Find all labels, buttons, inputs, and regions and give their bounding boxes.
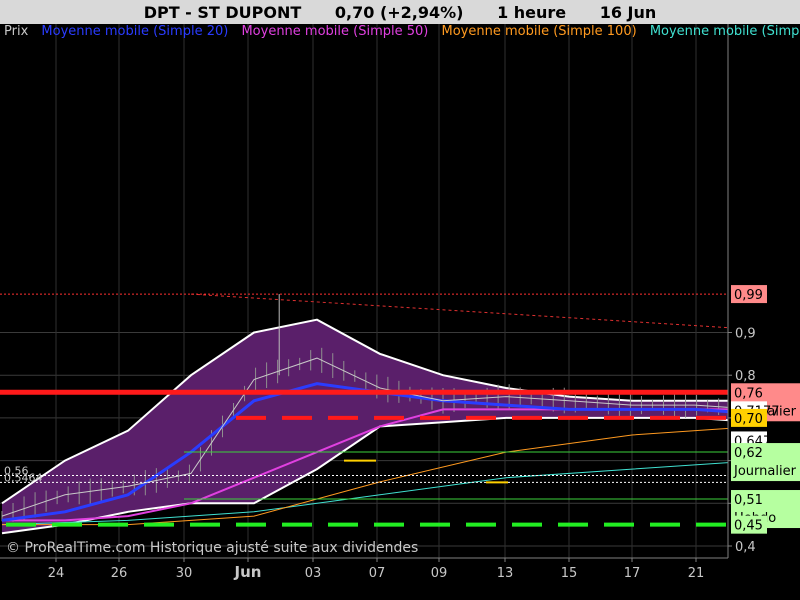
legend-sma-20: Moyenne mobile (Simple 20) bbox=[41, 24, 229, 39]
quote-value: 0,70 (+2,94%) bbox=[334, 3, 464, 22]
legend-sma-200: Moyenne mobile (Simple 200) bbox=[649, 24, 800, 39]
price-label-text: 0,51 bbox=[734, 493, 763, 508]
x-tick-label: 24 bbox=[48, 566, 65, 581]
x-tick-label: 21 bbox=[688, 566, 705, 581]
y-tick-label: 0,8 bbox=[735, 369, 756, 384]
x-tick-label: Jun bbox=[234, 563, 262, 581]
y-tick-label: 0,9 bbox=[735, 327, 756, 342]
price-chart[interactable]: 120,560,54640,40,50,60,70,80,90,990,76Jo… bbox=[0, 0, 800, 600]
copyright-notice: © ProRealTime.com Historique ajusté suit… bbox=[6, 540, 419, 556]
chart-window: 120,560,54640,40,50,60,70,80,90,990,76Jo… bbox=[0, 0, 800, 600]
interval-label: 1 heure bbox=[497, 3, 567, 22]
price-label-text: 0,76 bbox=[734, 386, 763, 401]
chart-title-bar: DPT - ST DUPONT 0,70 (+2,94%) 1 heure 16… bbox=[0, 0, 800, 24]
date-label: 16 Jun bbox=[599, 3, 657, 22]
x-tick-label: 15 bbox=[561, 566, 578, 581]
x-tick-label: 13 bbox=[497, 566, 514, 581]
price-label-text: 0,45 bbox=[734, 519, 763, 534]
x-tick-label: 03 bbox=[305, 566, 322, 581]
price-label-text: 0,99 bbox=[734, 288, 763, 303]
price-label-text: 0,70 bbox=[734, 412, 763, 427]
x-tick-label: 07 bbox=[369, 566, 386, 581]
x-tick-label: 09 bbox=[431, 566, 448, 581]
y-tick-label: 0,4 bbox=[735, 540, 756, 555]
left-level-label: 0,5464 bbox=[4, 471, 43, 484]
series-legend: Prix Moyenne mobile (Simple 20) Moyenne … bbox=[4, 24, 800, 39]
x-tick-label: 30 bbox=[176, 566, 193, 581]
price-label-text: 0,62 bbox=[734, 446, 763, 461]
legend-sma-100: Moyenne mobile (Simple 100) bbox=[441, 24, 637, 39]
legend-sma-50: Moyenne mobile (Simple 50) bbox=[241, 24, 429, 39]
x-tick-label: 26 bbox=[111, 566, 128, 581]
symbol-title: DPT - ST DUPONT bbox=[143, 3, 302, 22]
legend-price: Prix bbox=[4, 24, 29, 39]
price-label-caption: Journalier bbox=[733, 464, 797, 479]
x-tick-label: 17 bbox=[624, 566, 641, 581]
